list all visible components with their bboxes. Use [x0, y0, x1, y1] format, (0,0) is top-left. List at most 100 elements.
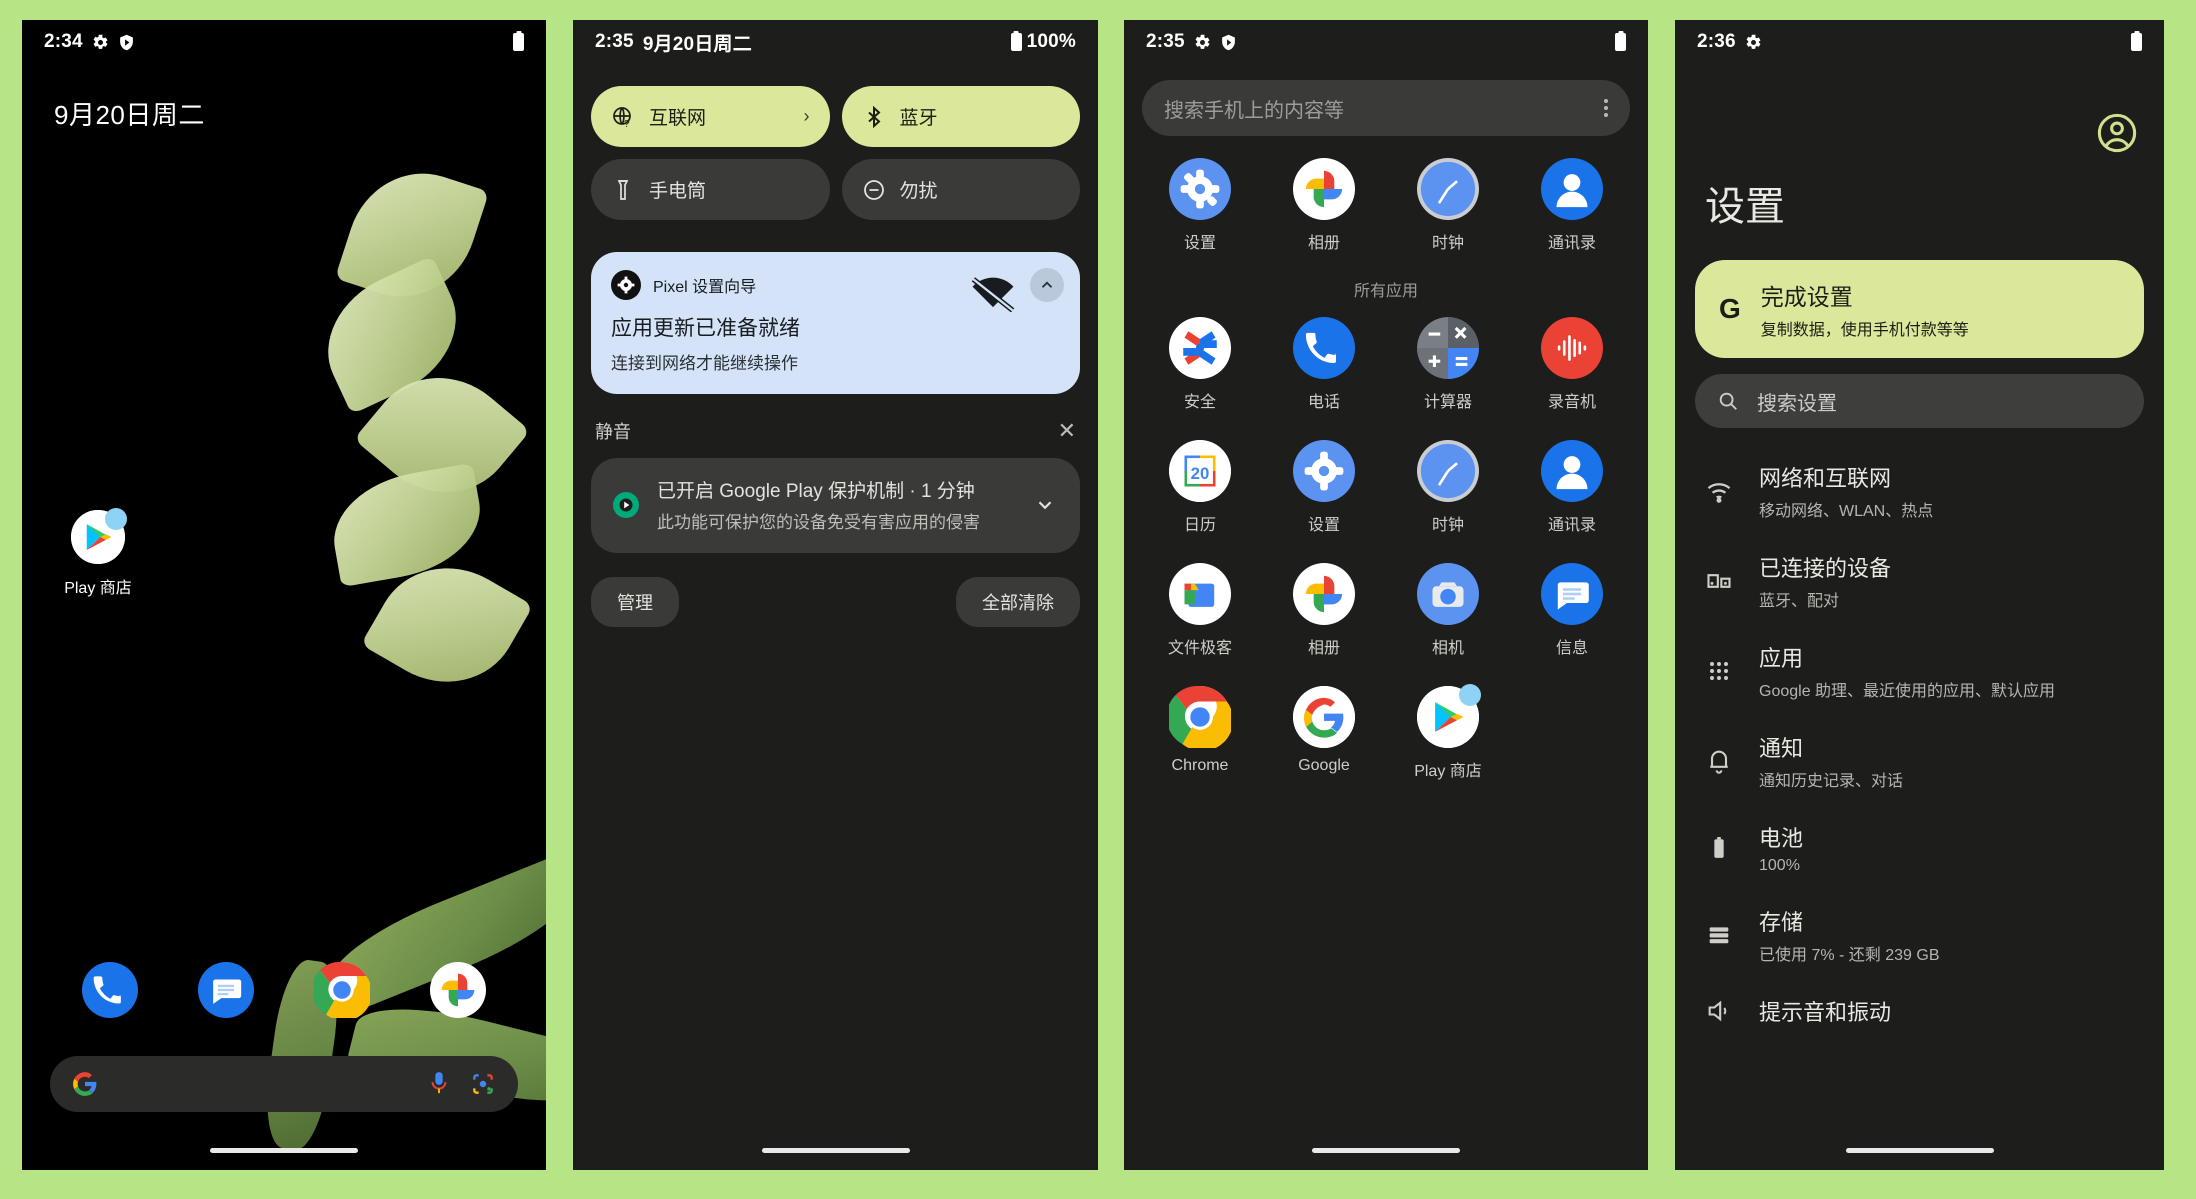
- settings-item-sound[interactable]: 提示音和振动: [1675, 980, 2164, 1042]
- app-cell-empty: [1510, 686, 1634, 781]
- settings-item-network[interactable]: 网络和互联网 移动网络、WLAN、热点: [1675, 446, 2164, 536]
- photos-icon: [1293, 158, 1355, 220]
- finish-setup-card[interactable]: G 完成设置 复制数据，使用手机付款等等: [1695, 260, 2144, 358]
- predicted-apps-row: 设置 相册 时钟 通讯录: [1124, 158, 1648, 253]
- settings-item-title: 提示音和振动: [1759, 1000, 1892, 1025]
- app-cell[interactable]: Play 商店: [1386, 684, 1510, 781]
- app-label: 文件极客: [1167, 640, 1232, 657]
- qs-tile-dnd[interactable]: 勿扰: [841, 159, 1080, 220]
- home-indicator: [1845, 1148, 1994, 1153]
- do-not-disturb-icon: [862, 178, 886, 202]
- home-app-play-store[interactable]: Play 商店: [52, 508, 144, 598]
- app-cell[interactable]: 时钟: [1386, 440, 1510, 535]
- qs-tile-bluetooth[interactable]: 蓝牙: [841, 86, 1080, 147]
- manage-button[interactable]: 管理: [591, 577, 679, 627]
- google-g-icon: [72, 1071, 98, 1097]
- phone-icon[interactable]: [82, 962, 138, 1018]
- google-g-letter-icon: G: [1719, 293, 1741, 324]
- settings-item-title: 电池: [1759, 826, 1804, 851]
- contacts-icon: [1541, 158, 1603, 220]
- drawer-search-input[interactable]: 搜索手机上的内容等: [1142, 80, 1630, 136]
- settings-item-subtitle: 通知历史记录、对话: [1759, 773, 1904, 790]
- all-apps-grid: 安全 电话 计算器 录音机 20 日历 设置 时钟 通讯录 文件极客 相册 相机…: [1124, 317, 1648, 781]
- chevron-up-icon[interactable]: [1030, 268, 1064, 302]
- chevron-right-icon[interactable]: ›: [804, 106, 810, 127]
- battery-percent: 100%: [1026, 31, 1076, 52]
- safety-icon: [1169, 317, 1231, 379]
- settings-item-storage[interactable]: 存储 已使用 7% - 还剩 239 GB: [1675, 890, 2164, 980]
- chrome-icon[interactable]: [314, 962, 370, 1018]
- phone-quick-settings: 2:35 9月20日周二 100% ? 互联网 › 蓝牙 手电筒 勿扰 Pixe…: [573, 20, 1098, 1170]
- suggestion-subtitle: 复制数据，使用手机付款等等: [1760, 322, 1969, 339]
- close-icon[interactable]: ✕: [1058, 418, 1076, 444]
- apps-grid-icon: [1705, 657, 1733, 685]
- clear-all-button[interactable]: 全部清除: [956, 577, 1080, 627]
- app-label: 计算器: [1423, 394, 1472, 411]
- silent-section-header: 静音 ✕: [591, 408, 1080, 458]
- app-label: 日历: [1183, 517, 1216, 534]
- settings-item-title: 已连接的设备: [1759, 556, 1892, 581]
- app-cell[interactable]: 相册: [1262, 563, 1386, 658]
- app-cell[interactable]: 20 日历: [1138, 440, 1262, 535]
- google-g-icon: [1293, 686, 1355, 748]
- app-cell[interactable]: 文件极客: [1138, 563, 1262, 658]
- all-apps-label: 所有应用: [1353, 283, 1418, 300]
- settings-item-notifications[interactable]: 通知 通知历史记录、对话: [1675, 716, 2164, 806]
- google-search-bar[interactable]: [50, 1056, 518, 1112]
- app-cell[interactable]: 时钟: [1386, 158, 1510, 253]
- qs-tile-label: 蓝牙: [899, 108, 938, 129]
- app-cell[interactable]: Google: [1262, 686, 1386, 781]
- messages-icon: [1541, 563, 1603, 625]
- home-clock-date: 9月20日周二: [54, 100, 205, 130]
- app-cell[interactable]: 录音机: [1510, 317, 1634, 412]
- battery-icon: [1615, 33, 1626, 51]
- account-circle-icon[interactable]: [2094, 110, 2140, 156]
- settings-search-input[interactable]: 搜索设置: [1695, 374, 2144, 428]
- app-cell[interactable]: 安全: [1138, 317, 1262, 412]
- clock-icon: [1417, 158, 1479, 220]
- google-lens-icon[interactable]: [470, 1071, 496, 1097]
- home-app-label: Play 商店: [64, 580, 132, 597]
- settings-item-apps[interactable]: 应用 Google 助理、最近使用的应用、默认应用: [1675, 626, 2164, 716]
- settings-item-battery[interactable]: 电池 100%: [1675, 806, 2164, 890]
- shade-actions: 管理 全部清除: [591, 567, 1080, 627]
- qs-tile-internet[interactable]: ? 互联网 ›: [591, 86, 830, 147]
- app-cell[interactable]: 设置: [1262, 440, 1386, 535]
- battery-icon: [2131, 33, 2142, 51]
- photos-icon[interactable]: [430, 962, 486, 1018]
- app-cell[interactable]: 电话: [1262, 317, 1386, 412]
- notification-badge-dot: [105, 508, 127, 530]
- app-cell[interactable]: 信息: [1510, 563, 1634, 658]
- contacts-icon: [1541, 440, 1603, 502]
- status-time: 2:35: [1146, 31, 1185, 52]
- app-label: 通讯录: [1547, 235, 1596, 252]
- app-cell[interactable]: 通讯录: [1510, 440, 1634, 535]
- app-cell[interactable]: Chrome: [1138, 686, 1262, 781]
- suggestion-title: 完成设置: [1760, 284, 1853, 310]
- app-cell[interactable]: 计算器: [1386, 317, 1510, 412]
- settings-item-subtitle: 已使用 7% - 还剩 239 GB: [1759, 947, 1940, 964]
- app-cell[interactable]: 设置: [1138, 158, 1262, 253]
- more-vertical-icon[interactable]: [1604, 99, 1608, 117]
- settings-item-connected-devices[interactable]: 已连接的设备 蓝牙、配对: [1675, 536, 2164, 626]
- settings-item-title: 应用: [1759, 646, 1804, 671]
- settings-item-title: 存储: [1759, 910, 1804, 935]
- app-label: 安全: [1183, 394, 1216, 411]
- status-bar: 2:36: [1675, 20, 2164, 64]
- phone-icon: [1293, 317, 1355, 379]
- gear-icon: [1745, 34, 1762, 51]
- app-label: 设置: [1183, 235, 1216, 252]
- notification-app-name: Pixel 设置向导: [653, 279, 757, 296]
- notification-setup-wizard[interactable]: Pixel 设置向导 应用更新已准备就绪 连接到网络才能继续操作: [591, 252, 1080, 394]
- status-time: 2:36: [1697, 31, 1736, 52]
- microphone-icon[interactable]: [428, 1070, 450, 1098]
- gear-icon: [1194, 34, 1211, 51]
- qs-tile-flashlight[interactable]: 手电筒: [591, 159, 830, 220]
- app-cell[interactable]: 通讯录: [1510, 158, 1634, 253]
- notification-play-protect[interactable]: 已开启 Google Play 保护机制 · 1 分钟 此功能可保护您的设备免受…: [591, 458, 1080, 553]
- messages-icon[interactable]: [198, 962, 254, 1018]
- app-cell[interactable]: 相机: [1386, 563, 1510, 658]
- chevron-down-icon[interactable]: [1030, 488, 1060, 522]
- app-cell[interactable]: 相册: [1262, 158, 1386, 253]
- play-protect-icon: [1220, 34, 1237, 51]
